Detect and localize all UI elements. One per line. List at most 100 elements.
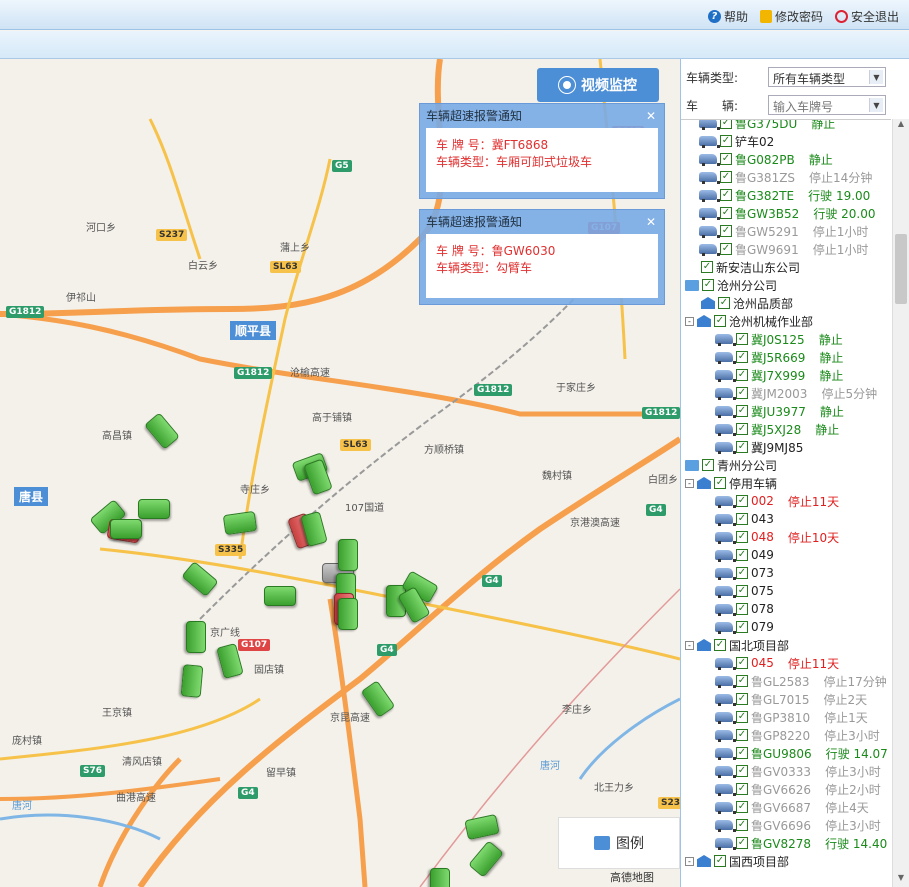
tree-vehicle-item[interactable]: ✓ 078 — [715, 600, 774, 618]
tree-checkbox[interactable]: ✓ — [720, 171, 732, 183]
tree-group-item[interactable]: - ✓ 沧州机械作业部 — [685, 312, 813, 330]
tree-checkbox[interactable]: ✓ — [736, 405, 748, 417]
tree-checkbox[interactable]: ✓ — [720, 135, 732, 147]
tree-vehicle-item[interactable]: ✓ 079 — [715, 618, 774, 636]
tree-vehicle-item[interactable]: ✓ 073 — [715, 564, 774, 582]
legend-button[interactable]: 图例 — [558, 817, 680, 869]
tree-checkbox[interactable]: ✓ — [720, 207, 732, 219]
tree-vehicle-item[interactable]: ✓ 铲车02 — [699, 132, 774, 150]
help-link[interactable]: ? 帮助 — [707, 8, 748, 25]
tree-checkbox[interactable]: ✓ — [701, 261, 713, 273]
tree-vehicle-item[interactable]: ✓ 冀J5R669 静止 — [715, 348, 843, 366]
tree-vehicle-item[interactable]: ✓ 冀J5XJ28 静止 — [715, 420, 839, 438]
tree-vehicle-item[interactable]: ✓ 冀J9MJ85 — [715, 438, 803, 456]
tree-scrollbar[interactable]: ▲ ▼ — [892, 119, 909, 887]
tree-checkbox[interactable]: ✓ — [736, 657, 748, 669]
tree-checkbox[interactable]: ✓ — [736, 765, 748, 777]
collapse-toggle-icon[interactable]: - — [685, 856, 694, 866]
tree-vehicle-item[interactable]: ✓ 鲁G082PB 静止 — [699, 150, 833, 168]
scroll-thumb[interactable] — [895, 234, 907, 304]
tree-checkbox[interactable]: ✓ — [736, 675, 748, 687]
tree-group-item[interactable]: ✓ 青州分公司 — [685, 456, 777, 474]
vehicle-marker[interactable] — [338, 598, 358, 630]
tree-vehicle-item[interactable]: ✓ 045 停止11天 — [715, 654, 839, 672]
tree-vehicle-item[interactable]: ✓ 002 停止11天 — [715, 492, 839, 510]
tree-group-item[interactable]: - ✓ 国西项目部 — [685, 852, 789, 870]
tree-vehicle-item[interactable]: ✓ 鲁GL7015 停止2天 — [715, 690, 867, 708]
vehicle-marker[interactable] — [138, 499, 170, 519]
tree-checkbox[interactable]: ✓ — [736, 351, 748, 363]
tree-checkbox[interactable]: ✓ — [736, 837, 748, 849]
tree-checkbox[interactable]: ✓ — [720, 243, 732, 255]
video-monitor-button[interactable]: 视频监控 — [537, 68, 659, 102]
tree-checkbox[interactable]: ✓ — [736, 369, 748, 381]
tree-vehicle-item[interactable]: ✓ 鲁GV6696 停止3小时 — [715, 816, 881, 834]
logout-link[interactable]: 安全退出 — [834, 8, 899, 25]
map-view[interactable]: 河口乡 白云乡 蒲上乡 伊祁山 沧榆高速 高于铺镇 高昌镇 方顺桥镇 于家庄乡 … — [0, 59, 680, 887]
scroll-up-icon[interactable]: ▲ — [893, 119, 909, 133]
tree-vehicle-item[interactable]: ✓ 鲁GW3B52 行驶 20.00 — [699, 204, 875, 222]
tree-vehicle-item[interactable]: ✓ 鲁G381ZS 停止14分钟 — [699, 168, 872, 186]
tree-checkbox[interactable]: ✓ — [714, 477, 726, 489]
vehicle-marker[interactable] — [110, 519, 142, 539]
tree-checkbox[interactable]: ✓ — [736, 729, 748, 741]
tree-group-item[interactable]: ✓ 新安洁山东公司 — [701, 258, 800, 276]
tree-checkbox[interactable]: ✓ — [720, 153, 732, 165]
vehicle-type-select[interactable]: 所有车辆类型 ▼ — [768, 67, 886, 87]
tree-checkbox[interactable]: ✓ — [736, 603, 748, 615]
tree-checkbox[interactable]: ✓ — [736, 693, 748, 705]
tree-checkbox[interactable]: ✓ — [720, 189, 732, 201]
tree-group-item[interactable]: ✓ 沧州品质部 — [701, 294, 793, 312]
tree-checkbox[interactable]: ✓ — [714, 639, 726, 651]
tree-checkbox[interactable]: ✓ — [736, 801, 748, 813]
tree-checkbox[interactable]: ✓ — [702, 279, 714, 291]
tree-checkbox[interactable]: ✓ — [736, 567, 748, 579]
tree-checkbox[interactable]: ✓ — [702, 459, 714, 471]
tree-group-item[interactable]: - ✓ 停用车辆 — [685, 474, 777, 492]
close-icon[interactable]: ✕ — [646, 210, 656, 234]
collapse-toggle-icon[interactable]: - — [685, 478, 694, 488]
tree-checkbox[interactable]: ✓ — [736, 333, 748, 345]
tree-checkbox[interactable]: ✓ — [736, 747, 748, 759]
tree-vehicle-item[interactable]: ✓ 鲁GV0333 停止3小时 — [715, 762, 881, 780]
tree-checkbox[interactable]: ✓ — [714, 315, 726, 327]
change-password-link[interactable]: 修改密码 — [759, 8, 823, 25]
tree-vehicle-item[interactable]: ✓ 鲁GP3810 停止1天 — [715, 708, 868, 726]
collapse-toggle-icon[interactable]: - — [685, 316, 694, 326]
tree-vehicle-item[interactable]: ✓ 鲁GV6626 停止2小时 — [715, 780, 881, 798]
tree-vehicle-item[interactable]: ✓ 冀J0S125 静止 — [715, 330, 843, 348]
tree-group-item[interactable]: ✓ 沧州分公司 — [685, 276, 777, 294]
vehicle-marker[interactable] — [186, 621, 206, 653]
tree-vehicle-item[interactable]: ✓ 冀JU3977 静止 — [715, 402, 844, 420]
tree-group-item[interactable]: - ✓ 国北项目部 — [685, 636, 789, 654]
tree-vehicle-item[interactable]: ✓ 冀J7X999 静止 — [715, 366, 843, 384]
tree-checkbox[interactable]: ✓ — [736, 783, 748, 795]
tree-checkbox[interactable]: ✓ — [736, 387, 748, 399]
tree-vehicle-item[interactable]: ✓ 鲁G382TE 行驶 19.00 — [699, 186, 870, 204]
tree-vehicle-item[interactable]: ✓ 鲁G375DU 静止 — [699, 120, 835, 132]
tree-vehicle-item[interactable]: ✓ 048 停止10天 — [715, 528, 839, 546]
tree-checkbox[interactable]: ✓ — [720, 225, 732, 237]
tree-checkbox[interactable]: ✓ — [736, 549, 748, 561]
tree-vehicle-item[interactable]: ✓ 043 — [715, 510, 774, 528]
vehicle-marker[interactable] — [430, 868, 450, 887]
tree-checkbox[interactable]: ✓ — [736, 423, 748, 435]
tree-checkbox[interactable]: ✓ — [718, 297, 730, 309]
tree-checkbox[interactable]: ✓ — [736, 711, 748, 723]
vehicle-marker[interactable] — [338, 539, 358, 571]
tree-checkbox[interactable]: ✓ — [714, 855, 726, 867]
tree-vehicle-item[interactable]: ✓ 鲁GP8220 停止3小时 — [715, 726, 880, 744]
tree-checkbox[interactable]: ✓ — [736, 585, 748, 597]
tree-vehicle-item[interactable]: ✓ 鲁GU9806 行驶 14.07 — [715, 744, 888, 762]
tree-vehicle-item[interactable]: ✓ 鲁GW5291 停止1小时 — [699, 222, 868, 240]
tree-checkbox[interactable]: ✓ — [736, 531, 748, 543]
tree-checkbox[interactable]: ✓ — [736, 441, 748, 453]
collapse-toggle-icon[interactable]: - — [685, 640, 694, 650]
tree-checkbox[interactable]: ✓ — [720, 120, 732, 129]
close-icon[interactable]: ✕ — [646, 104, 656, 128]
tree-vehicle-item[interactable]: ✓ 鲁GV6687 停止4天 — [715, 798, 869, 816]
tree-vehicle-item[interactable]: ✓ 冀JM2003 停止5分钟 — [715, 384, 877, 402]
tree-checkbox[interactable]: ✓ — [736, 513, 748, 525]
tree-vehicle-item[interactable]: ✓ 鲁GW9691 停止1小时 — [699, 240, 868, 258]
tree-checkbox[interactable]: ✓ — [736, 819, 748, 831]
